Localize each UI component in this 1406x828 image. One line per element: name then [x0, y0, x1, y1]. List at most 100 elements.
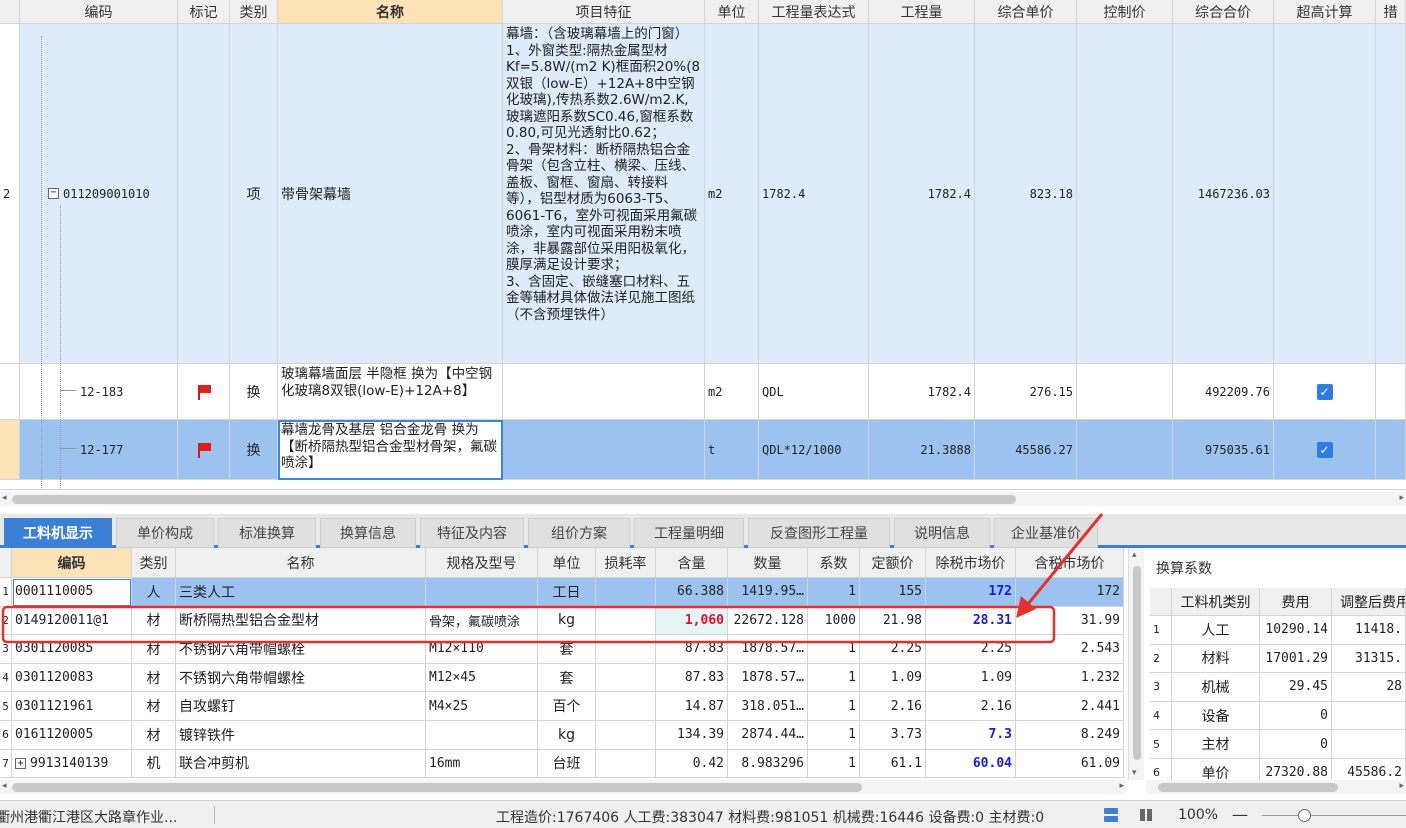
col-fee-header[interactable]: 费用 [1260, 588, 1332, 616]
adjusted-fee-cell[interactable] [1332, 701, 1406, 731]
amount-cell[interactable]: 8.983296 [728, 749, 808, 779]
content-cell[interactable]: 14.87 [656, 692, 728, 721]
tab-graphic-quantity-lookup[interactable]: 反查图形工程量 [748, 518, 890, 548]
resource-code-cell[interactable]: 0301120083 [12, 663, 132, 693]
loss-cell[interactable] [596, 749, 656, 779]
col-type-header[interactable]: 工料机类别 [1172, 588, 1260, 616]
col-content-header[interactable]: 含量 [656, 548, 728, 578]
quota-price-cell[interactable]: 61.1 [860, 749, 926, 779]
type-cell[interactable]: 材 [132, 721, 176, 750]
spec-cell[interactable] [426, 578, 538, 607]
content-cell[interactable]: 1,060 [656, 606, 728, 636]
adjusted-fee-cell[interactable]: 11418. [1332, 616, 1406, 645]
amount-cell[interactable]: 318.051… [728, 692, 808, 721]
scrollbar-thumb[interactable] [1133, 566, 1141, 760]
features-cell[interactable] [503, 420, 705, 480]
features-cell[interactable] [503, 364, 705, 420]
resource-code-cell[interactable]: 0301121961 [12, 692, 132, 721]
market-price-cell[interactable]: 7.3 [926, 721, 1016, 750]
qty-cell[interactable]: 21.3888 [869, 420, 975, 480]
loss-cell[interactable] [596, 606, 656, 636]
bill-items-grid[interactable]: 编码 标记 类别 名称 项目特征 单位 工程量表达式 工程量 综合单价 控制价 … [0, 0, 1406, 490]
unit-cell[interactable]: 百个 [538, 692, 596, 721]
col-mark-header[interactable]: 标记 [178, 0, 230, 24]
red-flag-icon[interactable] [196, 442, 212, 458]
spec-cell[interactable]: M4×25 [426, 692, 538, 721]
name-cell[interactable]: 三类人工 [176, 578, 426, 607]
coef-cell[interactable]: 1 [808, 749, 860, 779]
content-cell[interactable]: 87.83 [656, 635, 728, 664]
col-features-header[interactable]: 项目特征 [503, 0, 705, 24]
quota-price-cell[interactable]: 2.25 [860, 635, 926, 664]
mark-cell[interactable] [178, 364, 230, 420]
coef-cell[interactable]: 1 [808, 721, 860, 750]
col-unit-header[interactable]: 单位 [705, 0, 759, 24]
tax-price-cell[interactable]: 172 [1016, 578, 1124, 607]
layout-columns-icon[interactable] [1139, 807, 1155, 823]
item-code-cell[interactable]: − 011209001010 [20, 24, 178, 364]
unit-cell[interactable]: kg [538, 606, 596, 636]
type-cell[interactable]: 换 [230, 364, 278, 420]
unit-cell[interactable]: m2 [705, 364, 759, 420]
col-code-header[interactable]: 编码 [12, 548, 132, 578]
tab-features-content[interactable]: 特征及内容 [420, 518, 524, 548]
type-cell[interactable]: 材 [132, 663, 176, 693]
resource-code-cell[interactable]: 0149120011@1 [12, 606, 132, 636]
adjusted-fee-cell[interactable]: 45586.2 [1332, 759, 1406, 780]
amount-cell[interactable]: 2874.44… [728, 721, 808, 750]
col-unit-price-header[interactable]: 综合单价 [975, 0, 1077, 24]
coef-cell[interactable]: 1000 [808, 606, 860, 636]
name-cell[interactable]: 断桥隔热型铝合金型材 [176, 606, 426, 636]
features-cell[interactable]: 幕墙：（含玻璃幕墙上的门窗） 1、外窗类型:隔热金属型材Kf=5.8W/(m2 … [503, 24, 705, 364]
loss-cell[interactable] [596, 721, 656, 750]
name-cell[interactable]: 联合冲剪机 [176, 749, 426, 779]
unit-cell[interactable]: 套 [538, 663, 596, 693]
resource-code-cell[interactable]: 0161120005 [12, 721, 132, 750]
col-type-header[interactable]: 类别 [132, 548, 176, 578]
expand-icon[interactable]: + [15, 757, 26, 769]
scroll-down-icon[interactable]: ▾ [1132, 768, 1137, 778]
item-code-cell[interactable]: 12-183 [20, 364, 178, 420]
over-height-cell[interactable] [1274, 24, 1376, 364]
name-cell[interactable]: 带骨架幕墙 [278, 24, 503, 364]
coef-cell[interactable]: 1 [808, 635, 860, 664]
name-cell[interactable]: 不锈钢六角带帽螺栓 [176, 635, 426, 664]
item-code-cell[interactable]: 12-177 [20, 420, 178, 480]
resource-code-cell[interactable]: 0001110005 [12, 578, 132, 607]
col-adjusted-header[interactable]: 调整后费用 [1332, 588, 1406, 616]
market-price-cell[interactable]: 28.31 [926, 606, 1016, 636]
tax-price-cell[interactable]: 1.232 [1016, 663, 1124, 693]
quota-price-cell[interactable]: 21.98 [860, 606, 926, 636]
type-cell[interactable]: 机 [132, 749, 176, 779]
resource-horizontal-scrollbar[interactable]: ◂ ▸ [0, 780, 1126, 794]
loss-cell[interactable] [596, 635, 656, 664]
name-cell[interactable]: 不锈钢六角带帽螺栓 [176, 663, 426, 693]
amount-cell[interactable]: 22672.128 [728, 606, 808, 636]
unit-price-cell[interactable]: 45586.27 [975, 420, 1077, 480]
project-name[interactable]: 衢州港衢江港区大路章作业... [0, 807, 177, 827]
col-expr-header[interactable]: 工程量表达式 [759, 0, 869, 24]
col-spec-header[interactable]: 规格及型号 [426, 548, 538, 578]
col-over-height-header[interactable]: 超高计算 [1274, 0, 1376, 24]
qty-cell[interactable]: 1782.4 [869, 364, 975, 420]
coef-cell[interactable]: 1 [808, 692, 860, 721]
type-cell[interactable]: 人 [132, 578, 176, 607]
tab-standard-conversion[interactable]: 标准换算 [218, 518, 316, 548]
unit-cell[interactable]: 台班 [538, 749, 596, 779]
unit-price-cell[interactable]: 823.18 [975, 24, 1077, 364]
control-cell[interactable] [1077, 364, 1173, 420]
collapse-icon[interactable]: − [48, 188, 59, 199]
mark-cell[interactable] [178, 24, 230, 364]
tab-labor-material-machine[interactable]: 工料机显示 [4, 518, 112, 548]
scrollbar-thumb[interactable] [12, 495, 1016, 504]
amount-cell[interactable]: 1419.95… [728, 578, 808, 607]
spec-cell[interactable]: M12×110 [426, 635, 538, 664]
adjusted-fee-cell[interactable]: 31315. [1332, 644, 1406, 674]
extra-cell[interactable] [1376, 364, 1406, 420]
name-cell[interactable]: 玻璃幕墙面层 半隐框 换为【中空钢化玻璃8双银(low-E)+12A+8】 [278, 364, 503, 420]
tax-price-cell[interactable]: 2.543 [1016, 635, 1124, 664]
col-amount-header[interactable]: 数量 [728, 548, 808, 578]
amount-cell[interactable]: 1878.57… [728, 635, 808, 664]
expr-cell[interactable]: QDL [759, 364, 869, 420]
tab-quantity-detail[interactable]: 工程量明细 [634, 518, 744, 548]
